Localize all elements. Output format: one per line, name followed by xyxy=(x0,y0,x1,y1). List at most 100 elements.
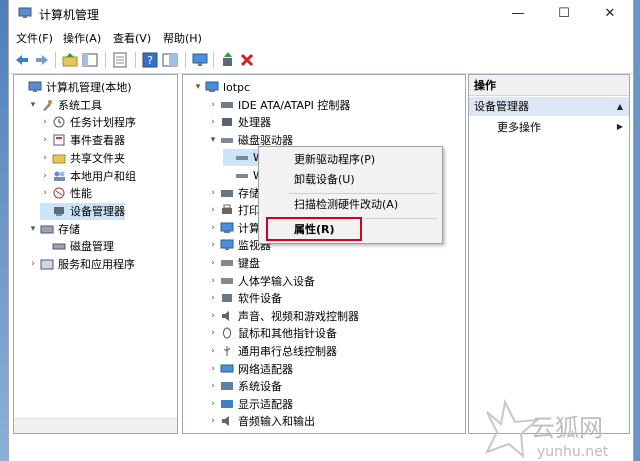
desktop-background xyxy=(0,0,8,461)
audio-icon xyxy=(222,416,229,427)
shared-folders-icon xyxy=(52,154,66,164)
expand-chevron-icon[interactable]: › xyxy=(208,255,218,272)
horizontal-scrollbar[interactable] xyxy=(14,418,177,433)
device-tree-row[interactable]: › 软件设备 xyxy=(208,290,282,307)
expand-chevron-icon[interactable]: › xyxy=(208,114,218,131)
expand-chevron-icon[interactable]: › xyxy=(208,237,218,254)
menu-help[interactable]: 帮助(H) xyxy=(163,30,202,46)
left-tree-row[interactable]: 磁盘管理 xyxy=(40,238,114,255)
device-tree-row[interactable]: › 通用串行总线控制器 xyxy=(208,343,337,360)
menu-item-uninstall-device[interactable]: 卸载设备(U) xyxy=(259,170,442,190)
expand-chevron-icon[interactable]: › xyxy=(208,343,218,360)
expand-chevron-icon[interactable]: › xyxy=(40,168,50,185)
device-tree-row[interactable]: › 计算 xyxy=(208,220,260,237)
computer-management-window: 计算机管理 — ☐ ✕ 文件(F) 操作(A) 查看(V) 帮助(H) ? 计算… xyxy=(8,0,634,461)
expand-chevron-icon[interactable]: › xyxy=(40,150,50,167)
up-folder-icon[interactable] xyxy=(61,51,79,69)
expand-chevron-icon[interactable]: › xyxy=(208,202,218,219)
expand-chevron-icon[interactable]: › xyxy=(208,396,218,413)
mouse-icon xyxy=(223,327,231,339)
left-tree-row[interactable]: › 本地用户和组 xyxy=(40,168,136,185)
event-viewer-icon xyxy=(53,134,65,146)
collapse-chevron-icon[interactable]: ▾ xyxy=(208,132,218,149)
expand-chevron-icon[interactable]: › xyxy=(40,132,50,149)
device-tree-label: 键盘 xyxy=(238,257,260,270)
left-tree-row[interactable]: 计算机管理(本地) xyxy=(16,79,132,96)
device-tree-row[interactable]: › 声音、视频和游戏控制器 xyxy=(208,308,359,325)
back-arrow-icon[interactable] xyxy=(13,51,31,69)
network-icon xyxy=(220,364,234,373)
close-window-button[interactable]: ✕ xyxy=(587,0,633,27)
expand-chevron-icon[interactable]: › xyxy=(28,256,38,273)
properties-sheet-icon[interactable] xyxy=(111,51,129,69)
menu-action[interactable]: 操作(A) xyxy=(63,30,101,46)
menu-file[interactable]: 文件(F) xyxy=(16,30,53,46)
expand-chevron-icon[interactable]: › xyxy=(40,114,50,131)
device-tree-row[interactable]: › 鼠标和其他指针设备 xyxy=(208,325,337,342)
expand-chevron-icon[interactable]: › xyxy=(208,413,218,430)
sound-icon xyxy=(222,310,229,321)
annotation-highlight-box xyxy=(266,217,362,241)
device-tree-row[interactable]: › 打印 xyxy=(208,202,260,219)
expand-chevron-icon[interactable]: › xyxy=(208,308,218,325)
computer-management-icon xyxy=(28,81,42,92)
device-tree-row[interactable]: › 音频输入和输出 xyxy=(208,413,315,430)
expand-chevron-icon[interactable]: › xyxy=(208,378,218,395)
collapse-chevron-icon[interactable]: ▾ xyxy=(28,221,38,238)
left-tree-row[interactable]: › 任务计划程序 xyxy=(40,114,136,131)
left-tree-label: 共享文件夹 xyxy=(70,151,125,165)
forward-arrow-icon[interactable] xyxy=(33,51,51,69)
device-tree-row[interactable]: › 网络适配器 xyxy=(208,361,293,378)
menu-view[interactable]: 查看(V) xyxy=(113,30,151,46)
left-tree-row[interactable]: › 性能 xyxy=(40,185,92,202)
expand-chevron-icon[interactable]: › xyxy=(208,290,218,307)
more-actions-item[interactable]: 更多操作 xyxy=(497,119,541,135)
monitor-scan-icon[interactable] xyxy=(191,51,209,69)
export-list-icon[interactable] xyxy=(161,51,179,69)
menu-item-update-driver[interactable]: 更新驱动程序(P) xyxy=(259,150,442,170)
usb-icon xyxy=(223,346,231,356)
left-tree-row[interactable]: › 共享文件夹 xyxy=(40,150,125,167)
device-tree-row[interactable]: › 显示适配器 xyxy=(208,396,293,413)
left-tree-row[interactable]: › 事件查看器 xyxy=(40,132,125,149)
left-tree-label: 任务计划程序 xyxy=(70,116,136,130)
left-tree-label: 磁盘管理 xyxy=(70,240,114,254)
device-tree-row[interactable]: › IDE ATA/ATAPI 控制器 xyxy=(208,97,350,114)
left-tree-label: 本地用户和组 xyxy=(70,169,136,183)
left-tree-row[interactable]: ▾ 存储 xyxy=(28,221,80,238)
help-icon[interactable]: ? xyxy=(141,51,159,69)
device-tree-label: 显示适配器 xyxy=(238,397,293,411)
show-hide-tree-icon[interactable] xyxy=(81,51,99,69)
svg-text:云狐网: 云狐网 xyxy=(531,414,603,442)
menu-item-scan-hardware[interactable]: 扫描检测硬件改动(A) xyxy=(259,195,442,215)
left-tree-label: 性能 xyxy=(70,187,92,201)
left-tree-row[interactable]: 设备管理器 xyxy=(40,202,125,220)
collapse-up-icon[interactable]: ▲ xyxy=(617,97,623,116)
title-bar: 计算机管理 — ☐ ✕ xyxy=(9,0,633,27)
expand-chevron-icon[interactable]: › xyxy=(208,361,218,378)
device-tree-row[interactable]: › 键盘 xyxy=(208,255,260,272)
expand-chevron-icon[interactable]: › xyxy=(40,185,50,202)
expand-chevron-icon[interactable]: › xyxy=(208,325,218,342)
actions-section-device-manager[interactable]: 设备管理器 ▲ xyxy=(469,97,629,116)
watermark-logo: 云狐网 yunhu.net xyxy=(484,398,609,460)
device-tree-row[interactable]: › 系统设备 xyxy=(208,378,282,395)
expand-chevron-icon[interactable]: › xyxy=(208,220,218,237)
maximize-button[interactable]: ☐ xyxy=(541,0,587,27)
device-tree-row[interactable]: › 人体学输入设备 xyxy=(208,273,315,290)
performance-icon xyxy=(53,187,65,199)
device-tree-row[interactable]: › 存储 xyxy=(208,185,260,202)
left-tree-row[interactable]: ▾ 系统工具 xyxy=(28,97,102,114)
users-icon xyxy=(54,171,65,181)
expand-chevron-icon[interactable]: › xyxy=(208,185,218,202)
left-tree-row[interactable]: › 服务和应用程序 xyxy=(28,256,135,273)
expand-chevron-icon[interactable]: › xyxy=(208,97,218,114)
update-driver-icon[interactable] xyxy=(219,51,237,69)
expand-chevron-icon[interactable]: › xyxy=(208,273,218,290)
collapse-chevron-icon[interactable]: ▾ xyxy=(28,97,38,114)
uninstall-x-icon[interactable] xyxy=(238,51,256,69)
device-tree-row[interactable]: ▾ lotpc xyxy=(193,79,250,96)
device-tree-row[interactable]: › 处理器 xyxy=(208,114,271,131)
minimize-button[interactable]: — xyxy=(495,0,541,27)
collapse-chevron-icon[interactable]: ▾ xyxy=(193,79,203,96)
